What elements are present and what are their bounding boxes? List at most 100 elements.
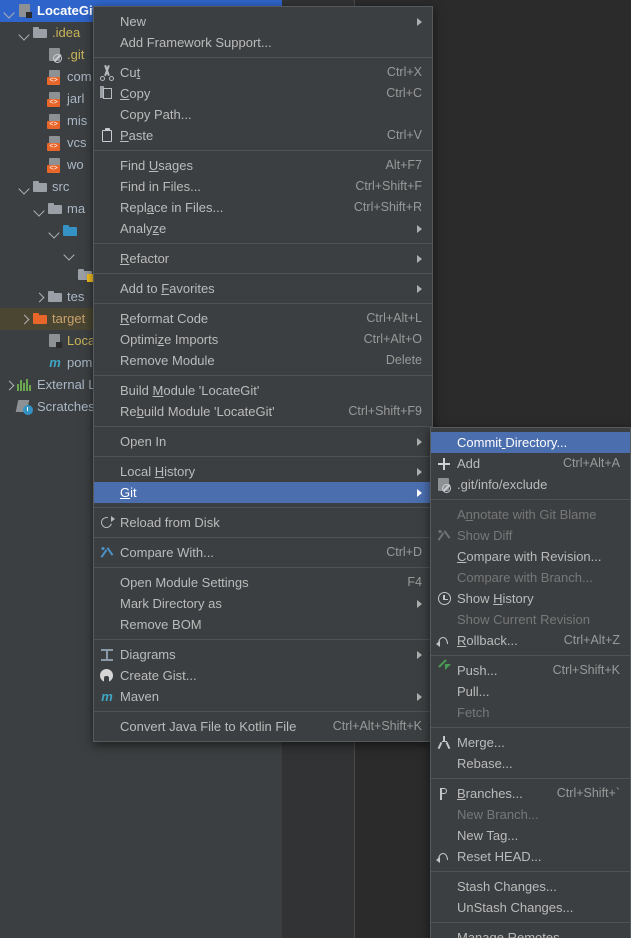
copy-icon	[99, 85, 115, 102]
menu-item-paste[interactable]: Paste Ctrl+V	[94, 125, 432, 146]
menu-item-find-in-files[interactable]: Find in Files... Ctrl+Shift+F	[94, 176, 432, 197]
menu-item-shortcut: Ctrl+V	[386, 128, 422, 142]
menu-item-compare-with-revision[interactable]: Compare with Revision...	[431, 546, 630, 567]
menu-item-compare-with-branch: Compare with Branch...	[431, 567, 630, 588]
menu-item-analyze[interactable]: Analyze	[94, 218, 432, 239]
chevron-down-icon[interactable]	[19, 28, 30, 39]
menu-item-convert-java-file-to-kotlin-file[interactable]: Convert Java File to Kotlin File Ctrl+Alt…	[94, 716, 432, 737]
menu-item-unstash-changes[interactable]: UnStash Changes...	[431, 897, 630, 918]
menu-item-create-gist[interactable]: Create Gist...	[94, 665, 432, 686]
chevron-right-icon[interactable]	[4, 380, 15, 391]
menu-item-label: Compare with Revision...	[457, 549, 602, 564]
menu-item-show-diff: Show Diff	[431, 525, 630, 546]
chevron-right-icon[interactable]	[34, 292, 45, 303]
menu-item-rebase[interactable]: Rebase...	[431, 753, 630, 774]
chevron-down-icon[interactable]	[64, 248, 75, 259]
menu-item-new[interactable]: New	[94, 11, 432, 32]
menu-separator	[431, 778, 630, 779]
menu-item-stash-changes[interactable]: Stash Changes...	[431, 876, 630, 897]
menu-item-copy[interactable]: Copy Ctrl+C	[94, 83, 432, 104]
menu-separator	[431, 727, 630, 728]
menu-separator	[431, 655, 630, 656]
chevron-down-icon[interactable]	[19, 182, 30, 193]
menu-item-add[interactable]: Add Ctrl+Alt+A	[431, 453, 630, 474]
folder-icon	[32, 25, 48, 41]
menu-separator	[94, 303, 432, 304]
tree-row-label: .idea	[52, 25, 81, 40]
menu-item-label: Git	[120, 485, 137, 500]
git-submenu[interactable]: Commit Directory... Add Ctrl+Alt+A .git/inf…	[430, 427, 631, 938]
menu-item-annotate-with-git-blame: Annotate with Git Blame	[431, 504, 630, 525]
menu-item-shortcut: Delete	[385, 353, 422, 367]
menu-separator	[94, 243, 432, 244]
folder-resources-icon	[77, 267, 94, 283]
maven-icon: m	[49, 355, 61, 370]
menu-item-shortcut: Ctrl+D	[386, 545, 422, 559]
menu-item-label: Annotate with Git Blame	[457, 507, 597, 522]
submenu-arrow-icon	[417, 467, 422, 476]
menu-item-show-history[interactable]: Show History	[431, 588, 630, 609]
submenu-arrow-icon	[417, 224, 422, 233]
menu-item-diagrams[interactable]: Diagrams	[94, 644, 432, 665]
menu-item-reload-from-disk[interactable]: Reload from Disk	[94, 512, 432, 533]
menu-item-open-in[interactable]: Open In	[94, 431, 432, 452]
project-context-menu[interactable]: New Add Framework Support... Cut Ctrl+X Copy…	[93, 6, 433, 742]
menu-item-maven[interactable]: m Maven	[94, 686, 432, 707]
menu-item-label: Compare With...	[120, 545, 214, 560]
menu-item-label: New Branch...	[457, 807, 539, 822]
diagram-icon	[99, 647, 115, 663]
menu-item-mark-directory-as[interactable]: Mark Directory as	[94, 593, 432, 614]
menu-item-remove-module[interactable]: Remove Module Delete	[94, 350, 432, 371]
menu-item-merge[interactable]: Merge...	[431, 732, 630, 753]
menu-item-manage-remotes[interactable]: Manage Remotes...	[431, 927, 630, 938]
menu-item-copy-path[interactable]: Copy Path...	[94, 104, 432, 125]
chevron-down-icon[interactable]	[49, 226, 60, 237]
menu-separator	[94, 273, 432, 274]
chevron-down-icon[interactable]	[34, 204, 45, 215]
menu-item-push[interactable]: Push... Ctrl+Shift+K	[431, 658, 630, 681]
menu-item-shortcut: Ctrl+Shift+`	[556, 786, 620, 800]
menu-item-git-info-exclude[interactable]: .git/info/exclude	[431, 474, 630, 495]
menu-item-replace-in-files[interactable]: Replace in Files... Ctrl+Shift+R	[94, 197, 432, 218]
menu-item-open-module-settings[interactable]: Open Module Settings F4	[94, 572, 432, 593]
menu-item-branches[interactable]: Branches... Ctrl+Shift+`	[431, 783, 630, 804]
menu-item-rebuild-module-locategit[interactable]: Rebuild Module 'LocateGit' Ctrl+Shift+F9	[94, 401, 432, 422]
rollback-icon	[436, 633, 452, 649]
menu-item-label: Remove Module	[120, 353, 215, 368]
menu-item-cut[interactable]: Cut Ctrl+X	[94, 62, 432, 83]
menu-item-label: Show Diff	[457, 528, 513, 543]
tree-row-label: tes	[67, 289, 85, 304]
menu-item-git[interactable]: Git	[94, 482, 432, 503]
menu-item-commit-directory[interactable]: Commit Directory...	[431, 432, 630, 453]
merge-icon	[436, 735, 452, 751]
menu-item-remove-bom[interactable]: Remove BOM	[94, 614, 432, 635]
menu-item-reformat-code[interactable]: Reformat Code Ctrl+Alt+L	[94, 308, 432, 329]
xml-file-icon: <>	[47, 91, 63, 107]
menu-item-compare-with[interactable]: Compare With... Ctrl+D	[94, 542, 432, 563]
submenu-arrow-icon	[417, 437, 422, 446]
chevron-down-icon[interactable]	[4, 6, 15, 17]
tree-row-label: External L	[37, 377, 96, 392]
menu-item-optimize-imports[interactable]: Optimize Imports Ctrl+Alt+O	[94, 329, 432, 350]
menu-item-label: .git/info/exclude	[457, 477, 548, 492]
menu-separator	[94, 711, 432, 712]
chevron-right-icon[interactable]	[19, 314, 30, 325]
menu-item-reset-head[interactable]: Reset HEAD...	[431, 846, 630, 867]
menu-item-label: Manage Remotes...	[457, 930, 571, 938]
menu-item-local-history[interactable]: Local History	[94, 461, 432, 482]
menu-item-label: Find Usages	[120, 158, 193, 173]
menu-item-pull[interactable]: Pull...	[431, 681, 630, 702]
menu-item-refactor[interactable]: Refactor	[94, 248, 432, 269]
menu-item-rollback[interactable]: Rollback... Ctrl+Alt+Z	[431, 630, 630, 651]
menu-item-add-framework-support[interactable]: Add Framework Support...	[94, 32, 432, 53]
tree-row-label: vcs	[67, 135, 87, 150]
menu-item-shortcut: Ctrl+X	[386, 65, 422, 79]
menu-item-add-to-favorites[interactable]: Add to Favorites	[94, 278, 432, 299]
push-icon	[436, 658, 452, 679]
menu-item-new-tag[interactable]: New Tag...	[431, 825, 630, 846]
menu-item-build-module-locategit[interactable]: Build Module 'LocateGit'	[94, 380, 432, 401]
folder-icon	[47, 201, 63, 217]
menu-item-shortcut: Ctrl+Shift+F	[355, 179, 422, 193]
menu-item-find-usages[interactable]: Find Usages Alt+F7	[94, 155, 432, 176]
